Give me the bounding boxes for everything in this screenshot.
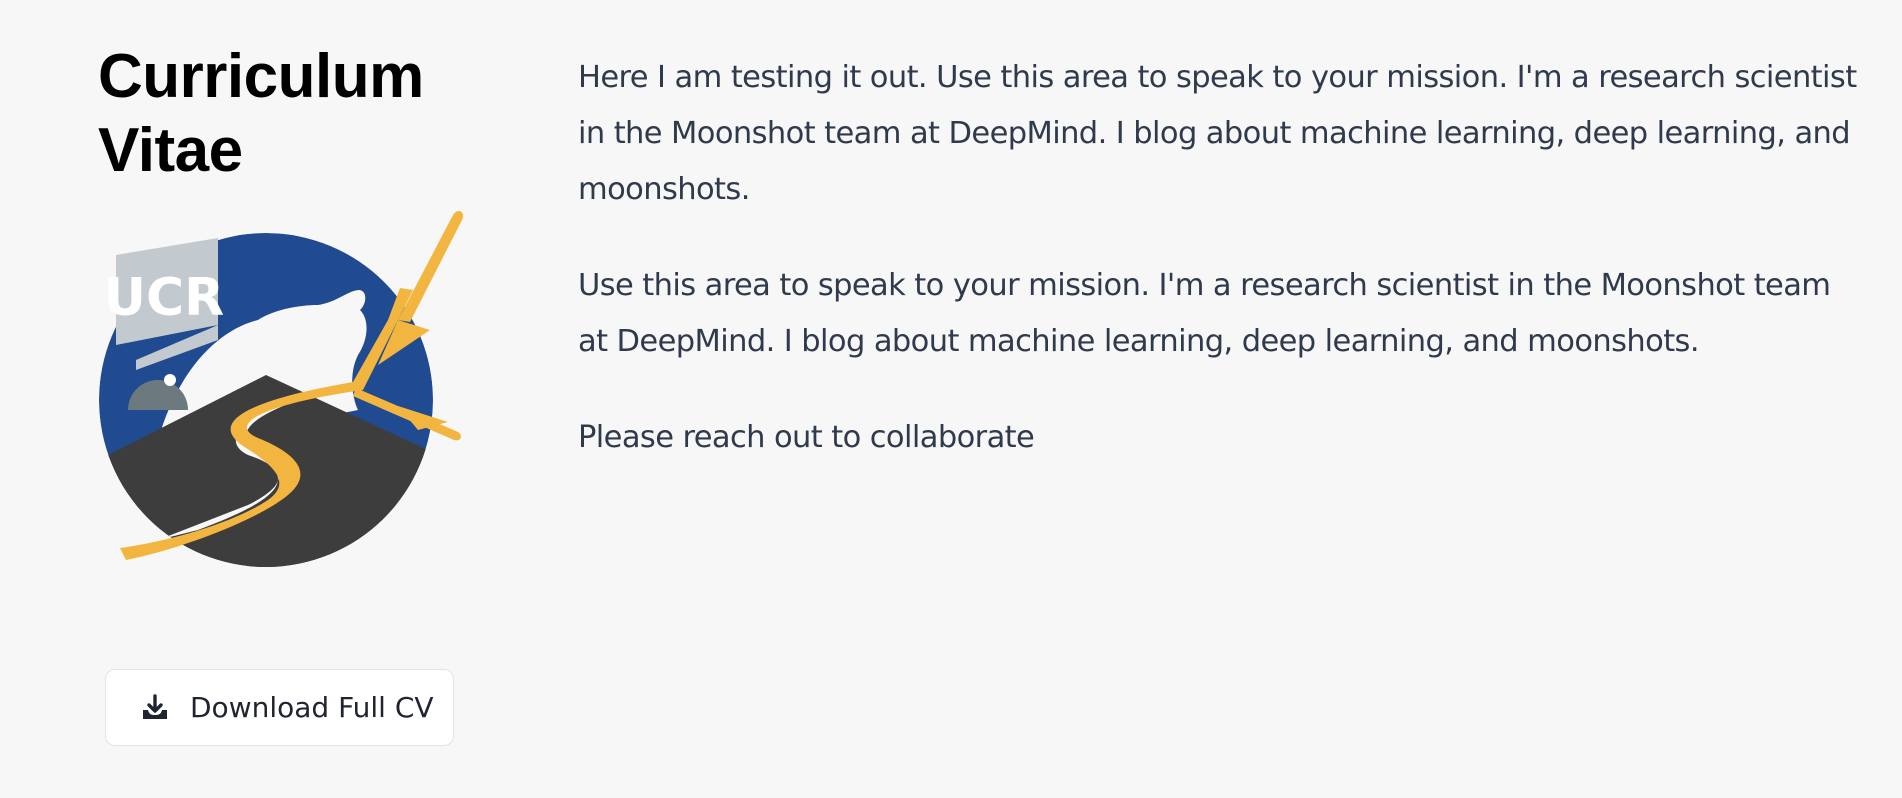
page-title-line-2: Vitae xyxy=(98,116,243,185)
about-text: Here I am testing it out. Use this area … xyxy=(578,50,1858,506)
paragraph-3: Please reach out to collaborate xyxy=(578,420,1035,455)
download-icon xyxy=(140,693,170,723)
download-button-label: Download Full CV xyxy=(190,691,434,724)
page-title: Curriculum Vitae xyxy=(98,40,498,188)
page-title-line-1: Curriculum xyxy=(98,42,424,111)
logo-text: UCR xyxy=(104,268,224,328)
ucr-logo: UCR xyxy=(98,210,464,580)
download-full-cv-button[interactable]: Download Full CV xyxy=(105,669,454,746)
title-block: Curriculum Vitae xyxy=(98,40,498,188)
paragraph-2: Use this area to speak to your mission. … xyxy=(578,268,1831,359)
paragraph-1: Here I am testing it out. Use this area … xyxy=(578,60,1857,207)
